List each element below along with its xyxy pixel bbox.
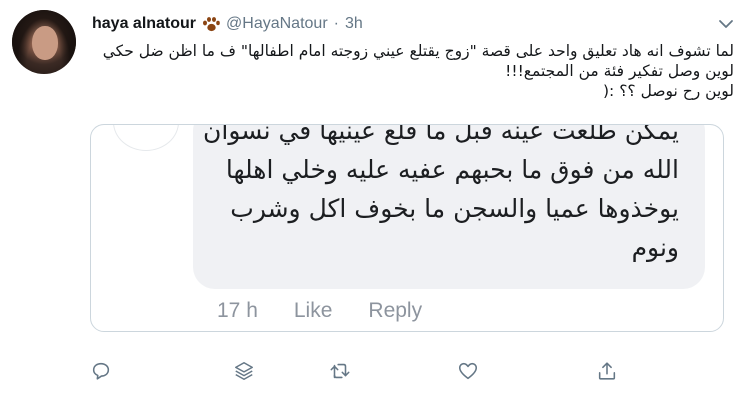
stack-icon[interactable] bbox=[233, 360, 255, 382]
tweet-text: لما تشوف انه هاد تعليق واحد على قصة "زوج… bbox=[92, 41, 734, 101]
comment-line: يوخذوها عميا والسجن ما بخوف اكل وشرب bbox=[230, 194, 679, 223]
comment-line: الله من فوق ما بحبهم عفيه عليه وخلي اهله… bbox=[225, 155, 679, 184]
like-icon[interactable] bbox=[457, 360, 479, 382]
comment-meta: 17 h Like Reply bbox=[217, 299, 422, 323]
retweet-icon[interactable] bbox=[329, 360, 351, 382]
comment-line: ونوم bbox=[631, 233, 679, 262]
tweet-text-line: لوين وصل تفكير فئة من المجتمع!!! bbox=[505, 62, 734, 80]
avatar[interactable] bbox=[12, 10, 76, 74]
comment-bubble: يمكن طلعت عينه قبل ما قلع عينيها في نسوا… bbox=[193, 125, 705, 289]
tweet-text-line: لوين رح نوصل ؟؟ :( bbox=[603, 82, 734, 100]
comment-reply-label: Reply bbox=[368, 299, 423, 322]
tweet-text-line: لما تشوف انه هاد تعليق واحد على قصة "زوج… bbox=[102, 42, 734, 60]
reply-icon[interactable] bbox=[90, 360, 112, 382]
handle[interactable]: @HayaNatour bbox=[226, 15, 328, 33]
separator-dot: · bbox=[333, 15, 339, 32]
paw-icon bbox=[202, 16, 220, 32]
display-name[interactable]: haya alnatour bbox=[92, 15, 196, 33]
chevron-down-icon[interactable] bbox=[718, 16, 734, 32]
avatar-face bbox=[32, 26, 58, 60]
tweet-header: haya alnatour @HayaNatour · 3h bbox=[92, 13, 734, 35]
tweet-actions bbox=[90, 360, 630, 384]
tweet-time[interactable]: 3h bbox=[345, 15, 363, 33]
comment-like-label: Like bbox=[293, 299, 333, 322]
commenter-avatar bbox=[113, 125, 179, 151]
attached-screenshot[interactable]: يمكن طلعت عينه قبل ما قلع عينيها في نسوا… bbox=[90, 124, 724, 332]
comment-text: يمكن طلعت عينه قبل ما قلع عينيها في نسوا… bbox=[189, 124, 679, 267]
share-icon[interactable] bbox=[596, 360, 618, 382]
comment-line: يمكن طلعت عينه قبل ما قلع عينيها في نسوا… bbox=[203, 124, 679, 145]
comment-time: 17 h bbox=[217, 299, 258, 322]
